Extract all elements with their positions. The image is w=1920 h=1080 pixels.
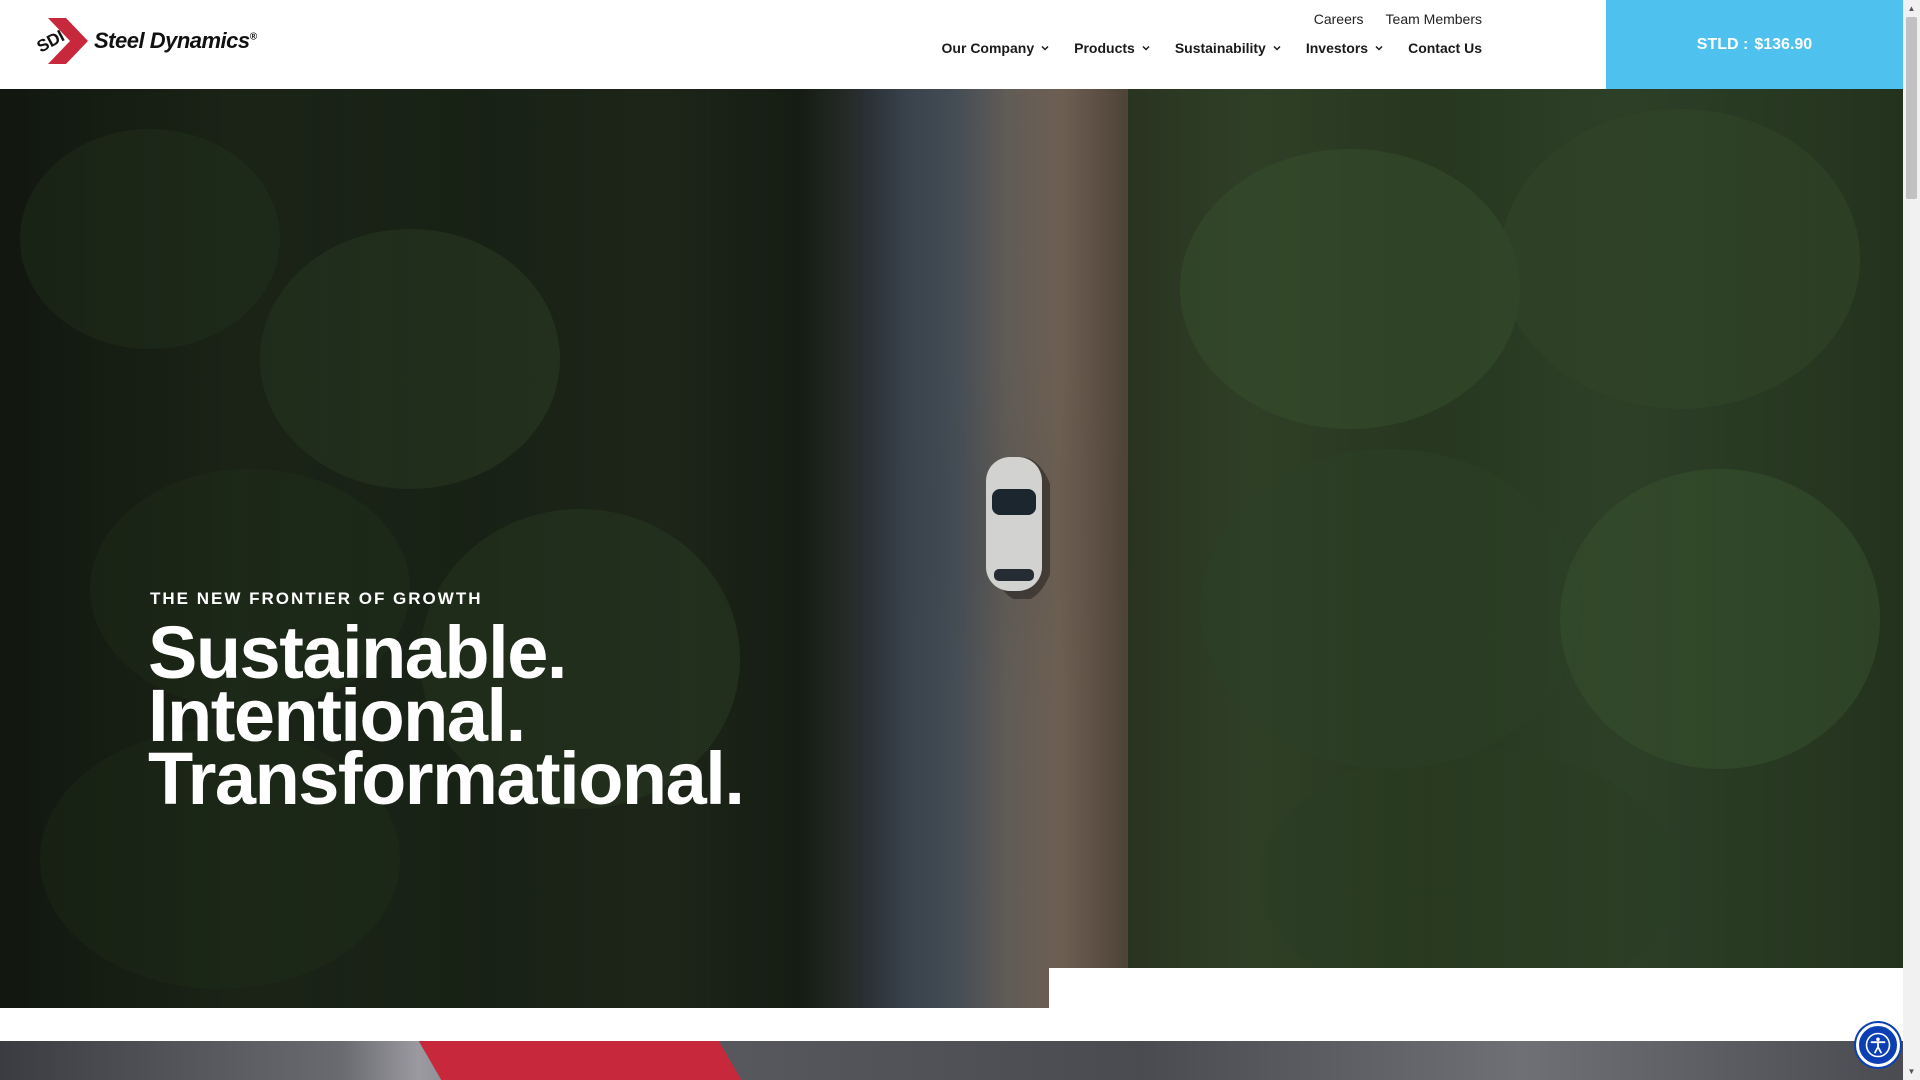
arrow-up-icon[interactable]: ▲ (1903, 0, 1920, 17)
hero-heading-line: Transformational. (148, 737, 745, 820)
accessibility-button[interactable] (1856, 1023, 1900, 1067)
nav-sustainability-label: Sustainability (1174, 40, 1266, 56)
nav-team-members-link[interactable]: Team Members (1386, 11, 1482, 27)
nav-careers-link[interactable]: Careers (1314, 11, 1364, 27)
section-divider (0, 1008, 1903, 1041)
next-section-banner (0, 1041, 1903, 1080)
sdi-logo-mark: SDI (34, 18, 88, 64)
nav-our-company-label: Our Company (941, 40, 1035, 56)
scrollbar-thumb[interactable] (1906, 17, 1917, 199)
brand-name: Steel Dynamics® (94, 28, 257, 53)
ticker-symbol: STLD : (1696, 35, 1749, 53)
ticker-price: $136.90 (1754, 35, 1813, 53)
hero-eyebrow: THE NEW FRONTIER OF GROWTH (150, 589, 483, 608)
hero-bottom-notch (1049, 968, 1903, 1008)
chevron-down-icon (1142, 45, 1150, 51)
chevron-down-icon (1273, 45, 1281, 51)
arrow-down-icon[interactable]: ▼ (1903, 1063, 1920, 1080)
nav-contact-us[interactable]: Contact Us (1408, 40, 1482, 56)
site-header: SDI Steel Dynamics® Careers Team Members… (0, 0, 1903, 89)
nav-products[interactable]: Products (1074, 40, 1151, 56)
red-accent-shape (418, 1041, 742, 1080)
utility-nav: Careers Team Members (1314, 11, 1482, 27)
nav-investors-label: Investors (1305, 40, 1369, 56)
chevron-down-icon (1375, 45, 1383, 51)
nav-sustainability[interactable]: Sustainability (1175, 40, 1282, 56)
hero-section: THE NEW FRONTIER OF GROWTH Sustainable. … (0, 89, 1903, 1008)
stock-ticker[interactable]: STLD : $136.90 (1606, 0, 1903, 89)
nav-our-company[interactable]: Our Company (942, 40, 1051, 56)
chevron-down-icon (1041, 45, 1049, 51)
hero-overlay (0, 89, 1903, 1008)
nav-products-label: Products (1074, 40, 1135, 56)
nav-contact-us-label: Contact Us (1408, 40, 1482, 56)
page-scrollbar[interactable]: ▲ ▼ (1903, 0, 1920, 1080)
accessibility-icon (1865, 1032, 1891, 1058)
main-nav: Our Company Products Sustainability Inve… (942, 40, 1482, 56)
hero-heading: Sustainable. Intentional. Transformation… (148, 616, 745, 820)
nav-investors[interactable]: Investors (1306, 40, 1384, 56)
steel-dynamics-logo[interactable]: SDI Steel Dynamics® (34, 18, 257, 64)
